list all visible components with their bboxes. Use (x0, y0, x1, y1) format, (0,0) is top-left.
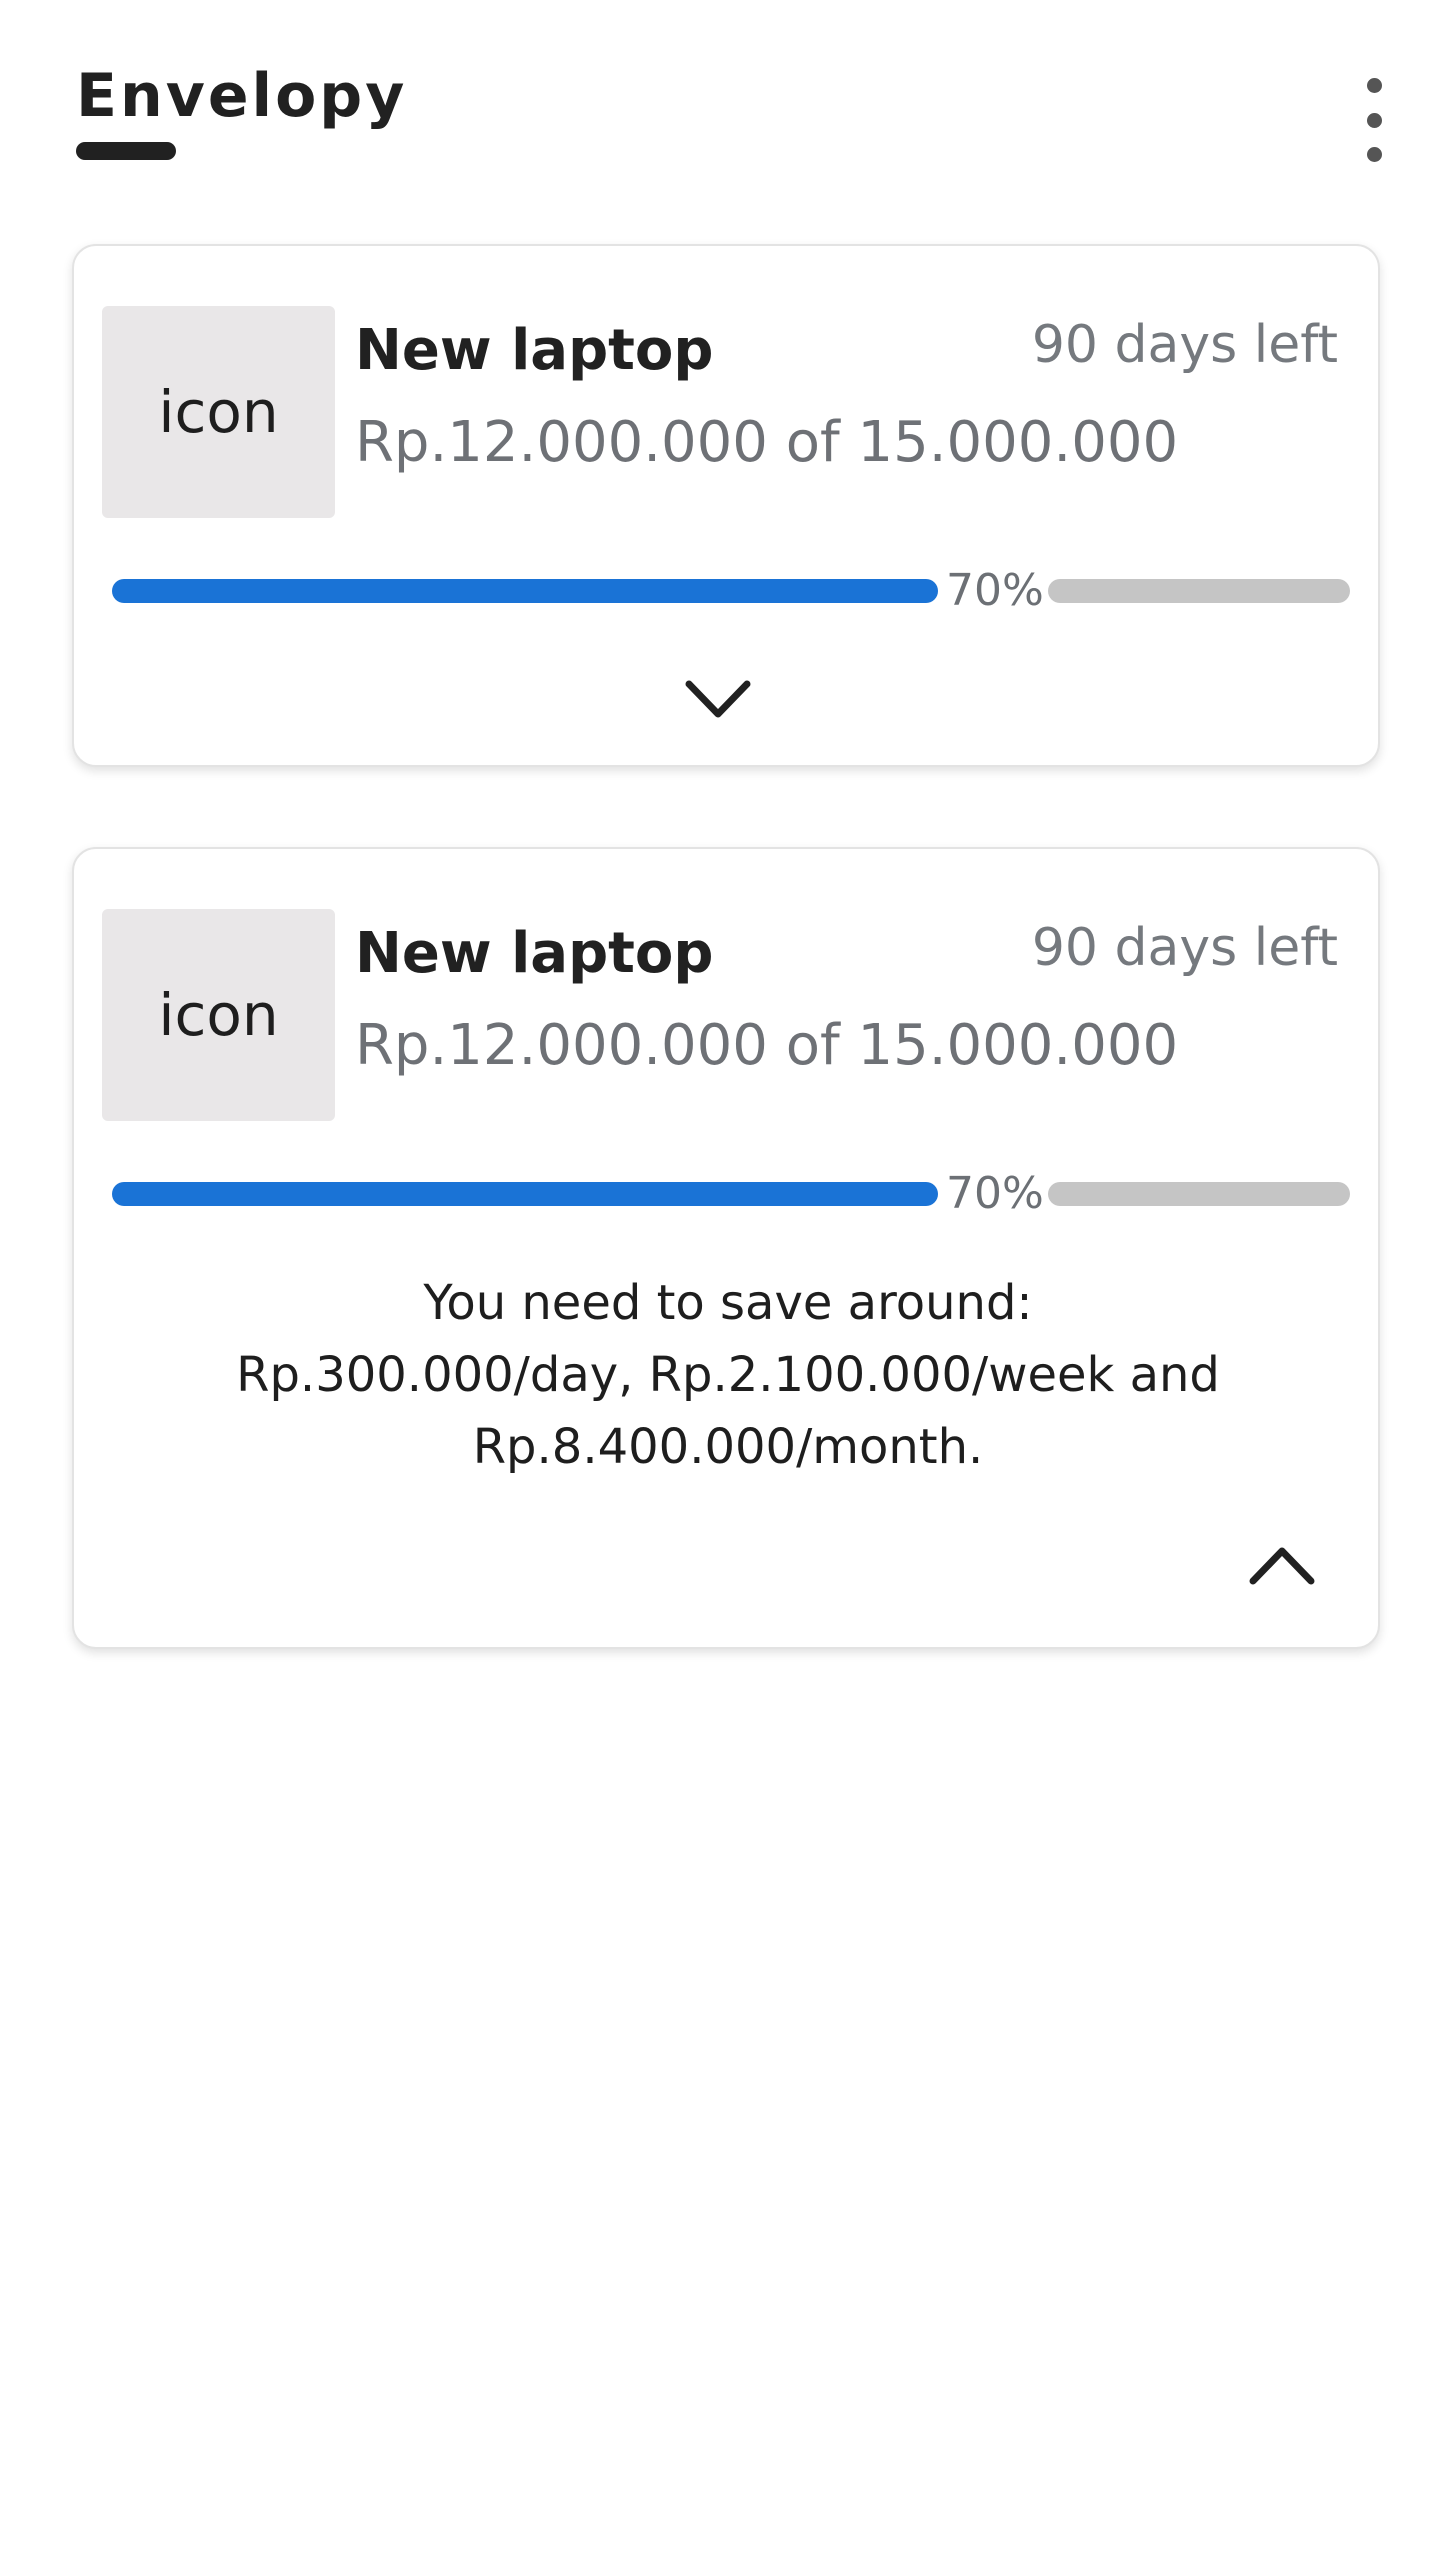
saving-line: You need to save around: (423, 1275, 1033, 1331)
progress-label: 70% (946, 1168, 1044, 1219)
progress-fill (112, 579, 938, 603)
progress-label: 70% (946, 565, 1044, 616)
envelope-card[interactable]: icon New laptop 90 days left Rp.12.000.0… (72, 847, 1380, 1649)
saving-line: Rp.8.400.000/month. (472, 1419, 984, 1475)
progress-bar: 70% (112, 566, 1350, 616)
menu-dot (1366, 78, 1382, 93)
chevron-up-icon[interactable] (1247, 1543, 1317, 1589)
app-title: Envelopy (76, 61, 408, 131)
app-header: Envelopy (76, 60, 1382, 170)
days-left-label: 90 days left (1031, 918, 1338, 978)
saving-line: Rp.300.000/day, Rp.2.100.000/week and (236, 1347, 1220, 1403)
progress-bar: 70% (112, 1169, 1350, 1219)
progress-remaining (1048, 579, 1350, 603)
envelope-amount: Rp.12.000.000 of 15.000.000 (355, 1013, 1179, 1078)
progress-fill (112, 1182, 938, 1206)
saving-suggestion: You need to save around: Rp.300.000/day,… (74, 1267, 1382, 1483)
chevron-down-icon[interactable] (683, 676, 753, 722)
envelope-title: New laptop (355, 921, 714, 986)
envelope-title: New laptop (355, 318, 714, 383)
progress-remaining (1048, 1182, 1350, 1206)
envelope-card[interactable]: icon New laptop 90 days left Rp.12.000.0… (72, 244, 1380, 767)
envelope-icon-placeholder: icon (102, 306, 335, 518)
menu-dot (1366, 112, 1382, 128)
app-screen: Envelopy icon New laptop 90 days left Rp… (0, 0, 1440, 2560)
envelope-icon-placeholder: icon (102, 909, 335, 1121)
more-vertical-icon[interactable] (1351, 78, 1397, 162)
days-left-label: 90 days left (1031, 315, 1338, 375)
title-underline (76, 142, 176, 160)
menu-dot (1366, 147, 1382, 162)
envelope-amount: Rp.12.000.000 of 15.000.000 (355, 410, 1179, 475)
